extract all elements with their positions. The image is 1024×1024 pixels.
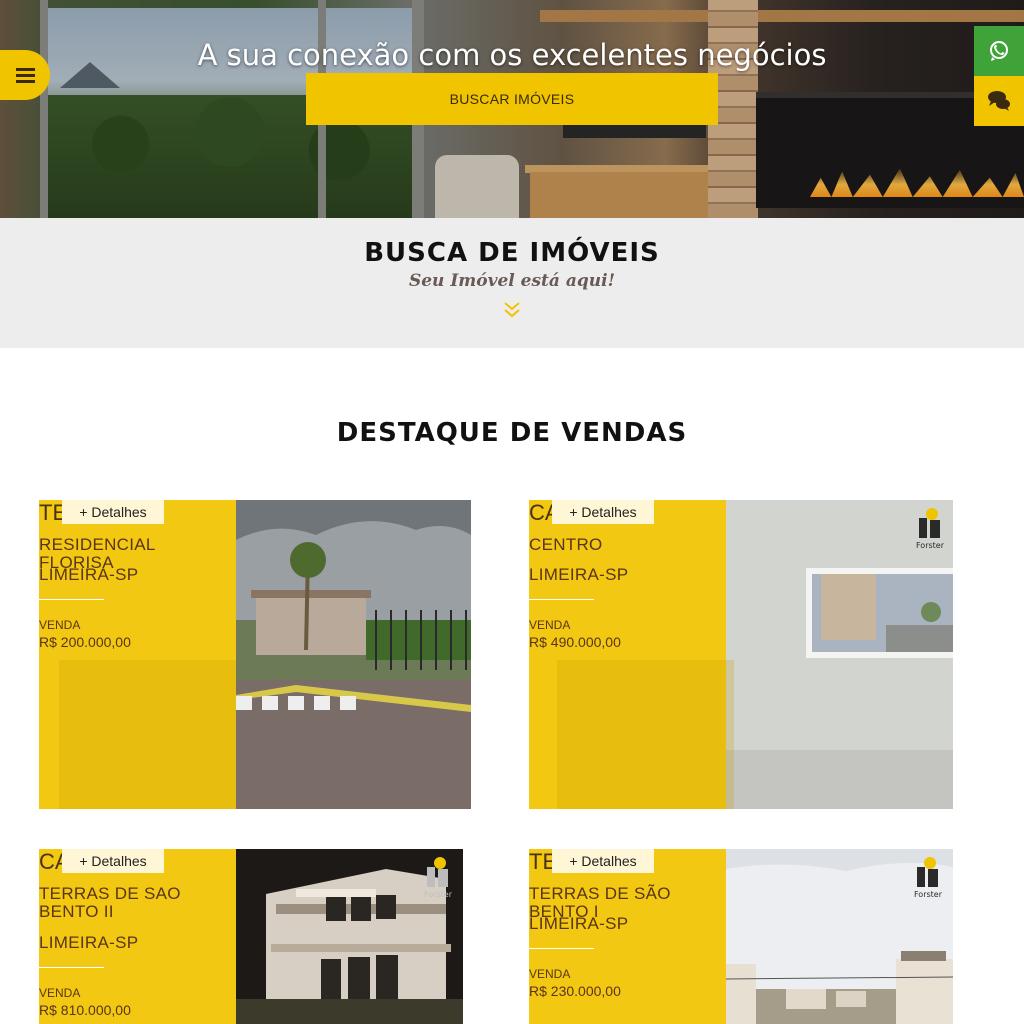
detalhes-button[interactable]: + Detalhes bbox=[552, 500, 654, 524]
property-card[interactable]: TE + Detalhes RESIDENCIAL FLORISA LIMEIR… bbox=[39, 500, 471, 809]
property-city: LIMEIRA-SP bbox=[39, 933, 139, 952]
property-name: TERRAS DE SAO BENTO II bbox=[39, 884, 181, 921]
busca-section: BUSCA DE IMÓVEIS Seu Imóvel está aqui! bbox=[0, 218, 1024, 348]
detalhes-button[interactable]: + Detalhes bbox=[62, 849, 164, 873]
whatsapp-icon bbox=[990, 41, 1008, 61]
destaque-title: DESTAQUE DE VENDAS bbox=[336, 418, 688, 448]
buscar-imoveis-button[interactable]: BUSCAR IMÓVEIS bbox=[306, 73, 718, 125]
property-photo: Forster bbox=[726, 500, 953, 809]
menu-button[interactable] bbox=[0, 50, 50, 100]
property-deal: VENDA bbox=[529, 618, 571, 632]
property-price: R$ 490.000,00 bbox=[529, 634, 621, 650]
divider bbox=[39, 967, 104, 968]
property-info-panel: CA + Detalhes TERRAS DE SAO BENTO II LIM… bbox=[39, 849, 236, 1024]
svg-text:Forster: Forster bbox=[424, 890, 453, 899]
property-photo: Forster bbox=[725, 849, 953, 1024]
property-photo-scene bbox=[236, 500, 471, 809]
chat-bubbles-icon bbox=[988, 91, 1010, 111]
property-name: CENTRO bbox=[529, 535, 603, 554]
property-card[interactable]: Forster TE + Detalhes TERRAS DE SÃO BENT… bbox=[529, 849, 953, 1024]
divider bbox=[529, 948, 594, 949]
detalhes-button[interactable]: + Detalhes bbox=[62, 500, 164, 524]
property-photo: Forster bbox=[236, 849, 463, 1024]
property-info-panel: TE + Detalhes RESIDENCIAL FLORISA LIMEIR… bbox=[39, 500, 236, 809]
busca-title: BUSCA DE IMÓVEIS bbox=[364, 238, 660, 268]
whatsapp-button[interactable] bbox=[974, 26, 1024, 76]
panel-shade bbox=[59, 660, 236, 809]
property-card[interactable]: Forster CA + Detalhes CENTRO LIMEIRA-SP … bbox=[529, 500, 953, 809]
property-city: LIMEIRA-SP bbox=[529, 914, 629, 933]
detalhes-button[interactable]: + Detalhes bbox=[552, 849, 654, 873]
svg-text:Forster: Forster bbox=[916, 541, 945, 550]
property-deal: VENDA bbox=[39, 986, 81, 1000]
property-info-panel: CA + Detalhes CENTRO LIMEIRA-SP VENDA R$… bbox=[529, 500, 734, 809]
forster-logo: Forster bbox=[911, 506, 949, 552]
property-price: R$ 200.000,00 bbox=[39, 634, 131, 650]
property-card[interactable]: Forster CA + Detalhes TERRAS DE SAO BENT… bbox=[39, 849, 463, 1024]
property-deal: VENDA bbox=[39, 618, 81, 632]
panel-shade bbox=[557, 660, 734, 809]
chat-button[interactable] bbox=[974, 76, 1024, 126]
property-price: R$ 230.000,00 bbox=[529, 983, 621, 999]
forster-logo: Forster bbox=[419, 855, 457, 901]
divider bbox=[39, 599, 104, 600]
hero-title: A sua conexão com os excelentes negócios bbox=[197, 38, 827, 72]
property-photo bbox=[236, 500, 471, 809]
double-chevron-down-icon[interactable] bbox=[503, 300, 521, 320]
property-info-panel: TE + Detalhes TERRAS DE SÃO BENTO I LIME… bbox=[529, 849, 726, 1024]
busca-subtitle: Seu Imóvel está aqui! bbox=[408, 271, 616, 291]
property-city: LIMEIRA-SP bbox=[39, 565, 139, 584]
forster-logo: Forster bbox=[909, 855, 947, 901]
divider bbox=[529, 599, 594, 600]
property-deal: VENDA bbox=[529, 967, 571, 981]
property-city: LIMEIRA-SP bbox=[529, 565, 629, 584]
svg-text:Forster: Forster bbox=[914, 890, 943, 899]
property-price: R$ 810.000,00 bbox=[39, 1002, 131, 1018]
